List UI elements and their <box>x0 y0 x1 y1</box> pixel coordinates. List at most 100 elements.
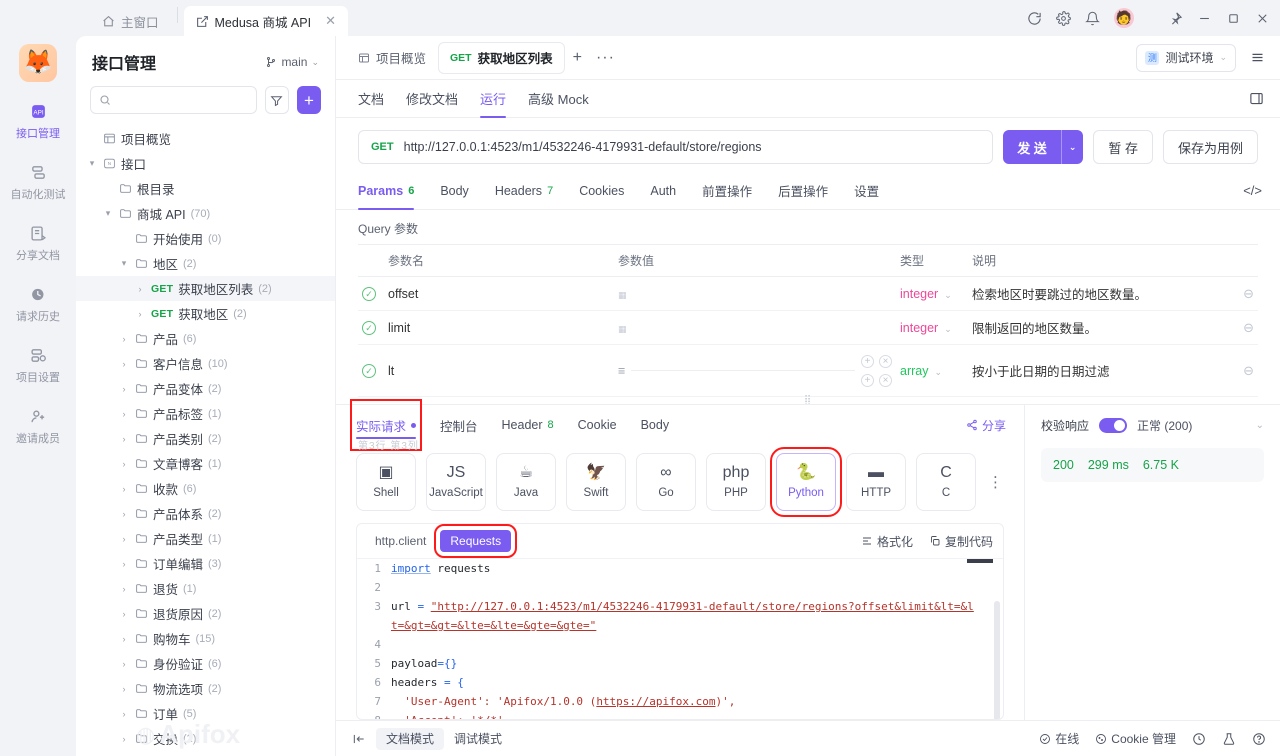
target-icon[interactable] <box>1192 732 1206 746</box>
new-tab-button[interactable]: + <box>565 49 590 67</box>
collapse-left-icon[interactable] <box>352 732 366 746</box>
minimize-icon[interactable] <box>1197 11 1212 26</box>
rail-item-share-doc[interactable]: 分享文档 <box>4 218 72 269</box>
hamburger-icon[interactable] <box>1244 45 1270 71</box>
chevron-icon[interactable]: › <box>118 634 130 644</box>
code-tab-Requests[interactable]: Requests <box>440 530 511 552</box>
tree-item-endpoint[interactable]: ›GET获取地区列表 (2) <box>76 276 335 301</box>
gear-icon[interactable] <box>1056 11 1071 26</box>
tree-item-folder[interactable]: ▾地区 (2) <box>76 251 335 276</box>
chevron-icon[interactable]: › <box>118 709 130 719</box>
row-checkbox[interactable]: ✓ <box>362 287 376 301</box>
app-logo[interactable]: 🦊 <box>19 44 57 82</box>
value-placeholder-grip[interactable]: ▦ <box>618 324 628 334</box>
online-status[interactable]: 在线 <box>1039 730 1079 747</box>
close-icon[interactable] <box>1255 11 1270 26</box>
vertical-scrollbar[interactable] <box>994 601 1000 719</box>
maximize-icon[interactable] <box>1226 11 1241 26</box>
tree-item-folder[interactable]: ›产品类别 (2) <box>76 426 335 451</box>
chevron-icon[interactable]: › <box>118 559 130 569</box>
tree-item-folder[interactable]: ›产品变体 (2) <box>76 376 335 401</box>
param-type[interactable]: integer <box>900 287 938 301</box>
horizontal-scrollbar[interactable] <box>967 559 993 563</box>
chevron-icon[interactable]: ▾ <box>102 208 114 219</box>
language-java[interactable]: ☕Java <box>496 453 556 511</box>
subtab-文档[interactable]: 文档 <box>358 80 384 118</box>
remove-row-icon[interactable]: ⊖ <box>1243 320 1254 335</box>
remove-row-icon[interactable]: ⊖ <box>1243 363 1254 378</box>
param-type[interactable]: integer <box>900 321 938 335</box>
request-tab-Headers[interactable]: Headers7 <box>495 172 553 210</box>
request-tab-Cookies[interactable]: Cookies <box>579 172 624 210</box>
rail-item-history[interactable]: 请求历史 <box>4 279 72 330</box>
flask-icon[interactable] <box>1222 732 1236 746</box>
rail-item-invite-member[interactable]: 邀请成员 <box>4 401 72 452</box>
add-api-button[interactable]: + <box>297 86 321 114</box>
value-placeholder-grip[interactable]: ▦ <box>618 290 628 300</box>
language-go[interactable]: ∞Go <box>636 453 696 511</box>
row-checkbox[interactable]: ✓ <box>362 364 376 378</box>
tab-project-overview[interactable]: 项目概览 <box>346 42 438 74</box>
save-as-case-button[interactable]: 保存为用例 <box>1163 130 1258 164</box>
request-tab-前置操作[interactable]: 前置操作 <box>702 172 752 210</box>
chevron-icon[interactable]: › <box>118 409 130 419</box>
chevron-icon[interactable]: ▾ <box>118 258 130 269</box>
tree-item-folder[interactable]: 根目录 <box>76 176 335 201</box>
filter-icon[interactable] <box>265 86 289 114</box>
table-row[interactable]: ✓offset▦integer⌄检索地区时要跳过的地区数量。⊖ <box>358 277 1258 311</box>
chevron-icon[interactable]: › <box>118 609 130 619</box>
language-javascript[interactable]: JSJavaScript <box>426 453 486 511</box>
language-python[interactable]: 🐍Python <box>776 453 836 511</box>
url-input[interactable]: GET http://127.0.0.1:4523/m1/4532246-417… <box>358 130 993 164</box>
share-button[interactable]: 分享 <box>966 417 1006 434</box>
request-tab-设置[interactable]: 设置 <box>854 172 879 210</box>
branch-selector[interactable]: main ⌄ <box>265 55 319 69</box>
chevron-icon[interactable]: › <box>118 534 130 544</box>
chevron-down-icon[interactable]: ⌄ <box>934 367 942 377</box>
chevron-down-icon[interactable]: ⌄ <box>944 324 952 334</box>
array-add-icon[interactable]: + <box>861 374 874 387</box>
chevron-icon[interactable]: › <box>134 284 146 294</box>
panel-icon[interactable] <box>1249 91 1264 106</box>
language-swift[interactable]: 🦅Swift <box>566 453 626 511</box>
param-value-cell[interactable]: ▦ <box>614 311 896 345</box>
tree-item-endpoint[interactable]: ›GET获取地区 (2) <box>76 301 335 326</box>
search-box[interactable] <box>90 86 257 114</box>
tree-item-folder[interactable]: 项目概览 <box>76 126 335 151</box>
response-tab-Cookie[interactable]: Cookie <box>578 405 617 445</box>
request-tab-后置操作[interactable]: 后置操作 <box>778 172 828 210</box>
chevron-icon[interactable]: › <box>118 334 130 344</box>
window-tab-close-icon[interactable]: ✕ <box>325 13 336 29</box>
rail-item-automation[interactable]: 自动化测试 <box>4 157 72 208</box>
tree-item-folder[interactable]: ›退货 (1) <box>76 576 335 601</box>
array-remove-icon[interactable]: × <box>879 355 892 368</box>
tree-item-folder[interactable]: ›购物车 (15) <box>76 626 335 651</box>
param-value-cell[interactable]: ≡+×+× <box>614 345 896 397</box>
language-more-icon[interactable]: ⋮ <box>986 473 1004 491</box>
param-value-cell[interactable]: ▦ <box>614 277 896 311</box>
response-tab-Body[interactable]: Body <box>641 405 670 445</box>
tree-item-folder[interactable]: 开始使用 (0) <box>76 226 335 251</box>
environment-selector[interactable]: 测 测试环境 ⌄ <box>1136 44 1236 72</box>
chevron-down-icon[interactable]: ⌄ <box>944 290 952 300</box>
cookie-manager-button[interactable]: Cookie 管理 <box>1095 730 1176 747</box>
response-tab-控制台[interactable]: 控制台 <box>440 405 478 445</box>
chevron-icon[interactable]: › <box>118 584 130 594</box>
tree-item-folder[interactable]: ›物流选项 (2) <box>76 676 335 701</box>
language-php[interactable]: phpPHP <box>706 453 766 511</box>
language-http[interactable]: ▬HTTP <box>846 453 906 511</box>
code-icon[interactable]: </> <box>1243 183 1262 198</box>
avatar[interactable]: 🧑 <box>1114 8 1134 28</box>
format-button[interactable]: 格式化 <box>861 533 913 550</box>
language-c[interactable]: CC <box>916 453 976 511</box>
chevron-icon[interactable]: › <box>118 384 130 394</box>
chevron-icon[interactable]: › <box>118 359 130 369</box>
tree-item-folder[interactable]: ▾商城 API (70) <box>76 201 335 226</box>
param-type[interactable]: array <box>900 364 928 378</box>
tree-item-folder[interactable]: ›退货原因 (2) <box>76 601 335 626</box>
search-input[interactable] <box>117 93 248 107</box>
rail-item-api-manage[interactable]: API 接口管理 <box>4 96 72 147</box>
param-name[interactable]: lt <box>388 364 394 378</box>
validate-response-toggle[interactable] <box>1099 418 1127 433</box>
tree-item-folder[interactable]: ›交换 (2) <box>76 726 335 751</box>
